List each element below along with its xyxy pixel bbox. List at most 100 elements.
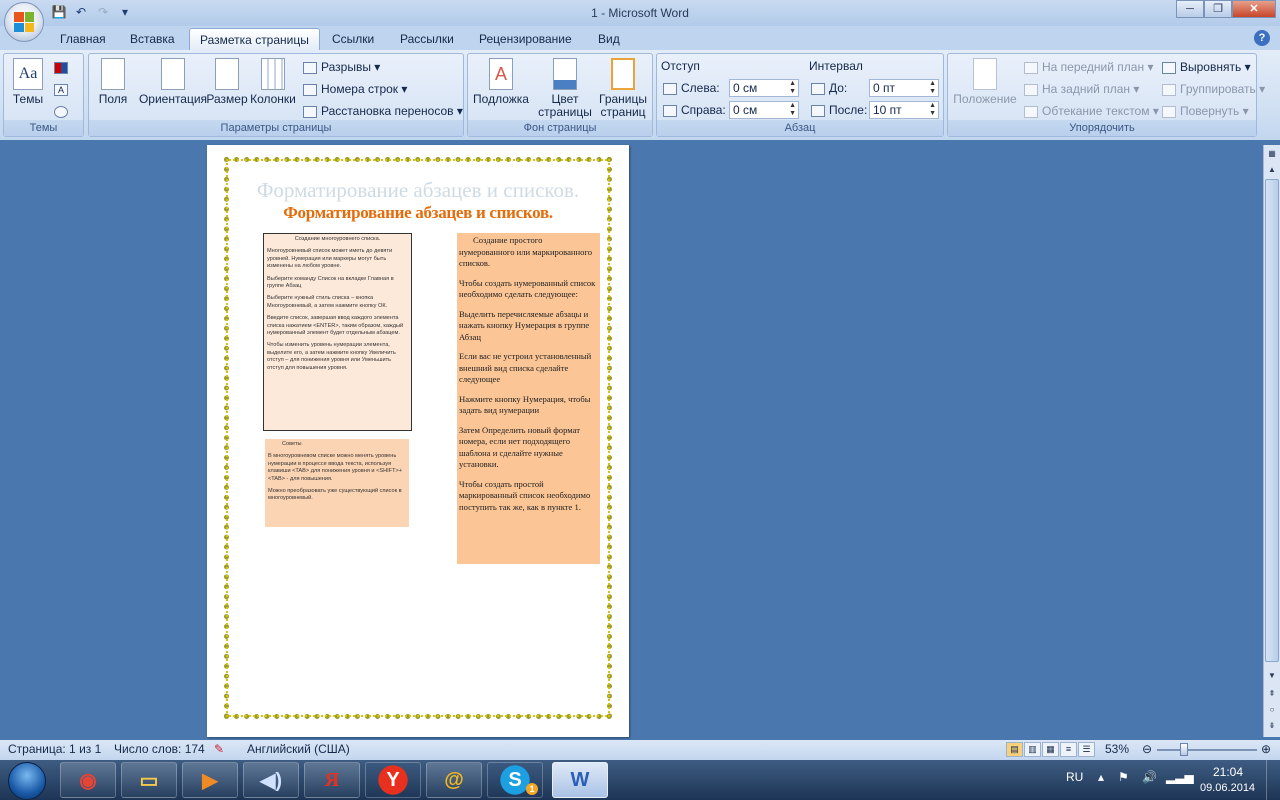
page-color-button[interactable]: Цвет страницы (534, 58, 596, 119)
flag-icon[interactable]: ⚑ (1118, 770, 1129, 784)
box3-para: Если вас не устроил установленный внешни… (459, 351, 592, 384)
rotate-button[interactable]: Повернуть ▾ (1162, 102, 1249, 120)
tab-mailings[interactable]: Рассылки (390, 28, 464, 50)
page-count[interactable]: Страница: 1 из 1 (8, 742, 101, 756)
speaker-app-icon[interactable]: ◀) (243, 762, 299, 798)
indent-left-input[interactable]: 0 см ▲ ▼ (729, 79, 799, 97)
minimize-button[interactable]: ─ (1176, 0, 1204, 18)
box3-para: Создание простого нумерованного или марк… (459, 235, 592, 268)
proofing-icon[interactable]: ✎ (214, 742, 224, 756)
columns-button[interactable]: Колонки (249, 58, 297, 106)
draft-view-icon[interactable]: ☰ (1078, 742, 1095, 757)
bring-front-button[interactable]: На передний план ▾ (1024, 58, 1153, 76)
full-screen-reading-view-icon[interactable]: ▥ (1024, 742, 1041, 757)
spacing-before-icon (811, 82, 825, 95)
document-page[interactable]: Форматирование абзацев и списков. Формат… (207, 145, 629, 737)
browse-object-icon[interactable]: ○ (1265, 703, 1279, 717)
wordart-title[interactable]: Форматирование абзацев и списков. (207, 203, 629, 223)
chrome-icon[interactable]: ◉ (60, 762, 116, 798)
zoom-in-icon[interactable]: ⊕ (1261, 742, 1271, 756)
theme-effects-button[interactable] (54, 102, 72, 120)
watermark-button[interactable]: A Подложка (470, 58, 532, 106)
tab-view[interactable]: Вид (588, 28, 630, 50)
hyphenation-button[interactable]: Расстановка переносов ▾ (303, 102, 463, 120)
clock-date[interactable]: 09.06.2014 (1200, 782, 1255, 794)
print-layout-view-icon[interactable]: ▤ (1006, 742, 1023, 757)
wrap-text-button[interactable]: Обтекание текстом ▾ (1024, 102, 1159, 120)
zoom-out-icon[interactable]: ⊖ (1142, 742, 1152, 756)
size-button[interactable]: Размер (205, 58, 249, 106)
indent-left-icon (663, 82, 677, 95)
margins-button[interactable]: Поля (93, 58, 133, 106)
zoom-level[interactable]: 53% (1105, 742, 1129, 756)
volume-icon[interactable]: 🔊 (1142, 770, 1157, 784)
maximize-button[interactable]: ❐ (1204, 0, 1232, 18)
breaks-button[interactable]: Разрывы ▾ (303, 58, 380, 76)
theme-colors-button[interactable] (54, 58, 72, 76)
box3-para: Чтобы создать нумерованный список необхо… (459, 277, 596, 300)
status-bar: Страница: 1 из 1 Число слов: 174 ✎ Англи… (0, 740, 1280, 760)
web-layout-view-icon[interactable]: ▦ (1042, 742, 1059, 757)
box2-para: Можно преобразовать уже существующий спи… (268, 488, 402, 502)
group-objects-button[interactable]: Группировать ▾ (1162, 80, 1265, 98)
scroll-thumb[interactable] (1265, 179, 1279, 662)
tab-home[interactable]: Главная (50, 28, 116, 50)
align-icon (1162, 61, 1176, 74)
hyphenation-icon (303, 105, 317, 118)
mail-agent-icon[interactable]: @ (426, 762, 482, 798)
scroll-up-icon[interactable]: ▲ (1265, 163, 1279, 177)
indent-right-input[interactable]: 0 см ▲ ▼ (729, 101, 799, 119)
explorer-icon[interactable]: ▭ (121, 762, 177, 798)
spacing-before-label: До: (811, 79, 847, 97)
scroll-down-icon[interactable]: ▼ (1265, 669, 1279, 683)
ribbon-tabs: Главная Вставка Разметка страницы Ссылки… (0, 26, 1280, 50)
send-back-button[interactable]: На задний план ▾ (1024, 80, 1139, 98)
text-box-tips[interactable]: Советы В многоуровневом списке можно мен… (265, 439, 409, 527)
skype-icon[interactable]: S1 (487, 762, 543, 798)
yandex-icon[interactable]: Я (304, 762, 360, 798)
start-button[interactable] (8, 762, 46, 800)
help-icon[interactable]: ? (1254, 30, 1270, 46)
box1-para: Выберите нужный стиль списка – кнопка Мн… (267, 295, 388, 309)
language-tray[interactable]: RU (1066, 770, 1083, 784)
network-icon[interactable]: ▂▃▅ (1166, 770, 1194, 784)
themes-button[interactable]: Aa Темы (10, 58, 46, 106)
word-count[interactable]: Число слов: 174 (114, 742, 205, 756)
prev-page-icon[interactable]: ⇞ (1265, 687, 1279, 701)
box1-para: Выберите команду Список на вкладке Главн… (267, 275, 394, 290)
tab-review[interactable]: Рецензирование (469, 28, 582, 50)
yandex-browser-icon[interactable]: Y (365, 762, 421, 798)
language-indicator[interactable]: Английский (США) (247, 742, 350, 756)
orientation-button[interactable]: Ориентация (133, 58, 213, 106)
line-numbers-button[interactable]: Номера строк ▾ (303, 80, 407, 98)
tab-references[interactable]: Ссылки (322, 28, 384, 50)
page-borders-button[interactable]: Границы страниц (594, 58, 652, 119)
tray-expand-icon[interactable]: ▴ (1098, 770, 1104, 784)
title-bar: 💾 ↶ ↷ ▾ 1 - Microsoft Word ─ ❐ ✕ (0, 0, 1280, 26)
text-box-multilevel[interactable]: Создание многоуровнего списка. Многоуров… (263, 233, 412, 431)
zoom-slider-track[interactable] (1157, 749, 1257, 751)
bring-front-icon (1024, 61, 1038, 74)
next-page-icon[interactable]: ⇟ (1265, 719, 1279, 733)
box1-para: Введите список, завершая ввод каждого эл… (267, 315, 404, 337)
theme-fonts-button[interactable]: A (54, 80, 72, 98)
zoom-slider-thumb[interactable] (1180, 743, 1188, 756)
position-button[interactable]: Положение (950, 58, 1020, 106)
office-button[interactable] (4, 2, 44, 42)
tab-insert[interactable]: Вставка (120, 28, 185, 50)
spacing-before-input[interactable]: 0 пт ▲ ▼ (869, 79, 939, 97)
tab-page-layout[interactable]: Разметка страницы (189, 28, 320, 50)
ruler-toggle-icon[interactable]: ▦ (1265, 147, 1279, 161)
align-button[interactable]: Выровнять ▾ (1162, 58, 1251, 76)
word-icon[interactable]: W (552, 762, 608, 798)
close-button[interactable]: ✕ (1232, 0, 1276, 18)
text-box-simple-lists[interactable]: Создание простого нумерованного или марк… (457, 233, 600, 564)
outline-view-icon[interactable]: ≡ (1060, 742, 1077, 757)
send-back-icon (1024, 83, 1038, 96)
vertical-scrollbar[interactable]: ▦ ▲ ▼ ⇞ ○ ⇟ (1263, 145, 1280, 737)
spacing-after-input[interactable]: 10 пт ▲ ▼ (869, 101, 939, 119)
clock-time[interactable]: 21:04 (1213, 765, 1243, 779)
media-player-icon[interactable]: ▶ (182, 762, 238, 798)
box1-heading: Создание многоуровнего списка. (294, 236, 381, 242)
show-desktop-button[interactable] (1266, 760, 1280, 800)
